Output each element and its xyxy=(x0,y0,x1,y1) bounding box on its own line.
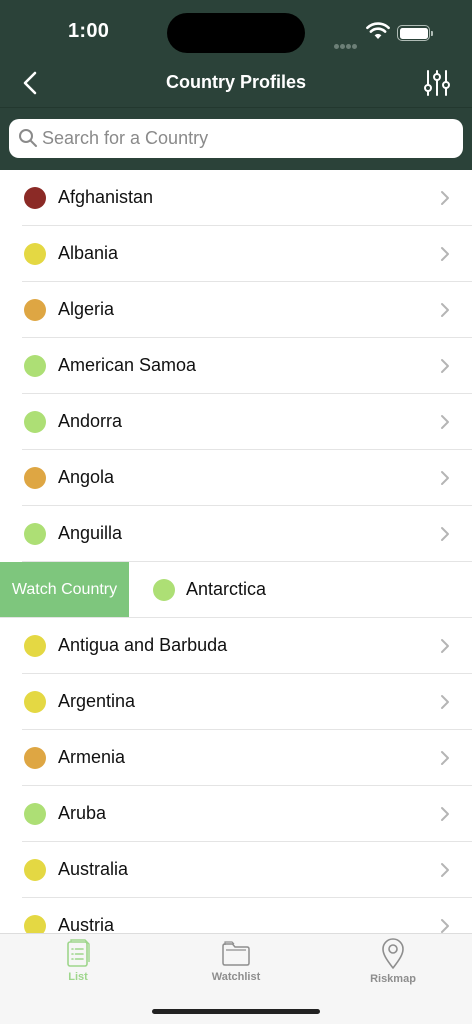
dynamic-island xyxy=(167,13,305,53)
country-name: Australia xyxy=(58,859,129,879)
tab-watchlist-label: Watchlist xyxy=(211,971,261,983)
risk-level-dot xyxy=(24,859,46,881)
risk-level-dot xyxy=(24,411,46,433)
chevron-right-icon xyxy=(441,359,449,373)
country-name: Anguilla xyxy=(58,523,123,543)
country-name: Antigua and Barbuda xyxy=(58,635,228,655)
chevron-right-icon xyxy=(441,807,449,821)
country-name: Angola xyxy=(58,467,115,487)
chevron-right-icon xyxy=(441,415,449,429)
tab-watchlist[interactable]: Watchlist xyxy=(176,936,296,992)
risk-level-dot xyxy=(153,579,175,601)
chevron-right-icon xyxy=(441,247,449,261)
search-input[interactable] xyxy=(42,119,452,158)
tab-riskmap[interactable]: Riskmap xyxy=(333,936,453,992)
country-name: Algeria xyxy=(58,299,115,319)
country-row[interactable]: American Samoa xyxy=(0,338,472,394)
country-row[interactable]: Afghanistan xyxy=(0,170,472,226)
status-bar: 1:00 xyxy=(0,0,472,62)
chevron-right-icon xyxy=(441,639,449,653)
country-name: Antarctica xyxy=(186,579,267,599)
chevron-right-icon xyxy=(441,303,449,317)
country-list[interactable]: Afghanistan Albania Algeria American Samoa A… xyxy=(0,170,472,933)
risk-level-dot xyxy=(24,803,46,825)
country-name: Aruba xyxy=(58,803,107,823)
chevron-right-icon xyxy=(441,863,449,877)
risk-level-dot xyxy=(24,467,46,489)
battery-icon xyxy=(397,25,433,41)
country-row[interactable]: Andorra xyxy=(0,394,472,450)
filter-sliders-icon[interactable] xyxy=(422,68,452,98)
watch-country-button[interactable]: Watch Country xyxy=(0,562,129,618)
nav-divider xyxy=(0,107,472,108)
country-row[interactable]: Albania xyxy=(0,226,472,282)
chevron-right-icon xyxy=(441,695,449,709)
country-row[interactable]: Austria xyxy=(0,898,472,933)
risk-level-dot xyxy=(24,747,46,769)
list-document-icon xyxy=(67,939,90,967)
country-row[interactable]: Aruba xyxy=(0,786,472,842)
country-row[interactable]: Angola xyxy=(0,450,472,506)
risk-level-dot xyxy=(24,523,46,545)
country-name: Armenia xyxy=(58,747,126,767)
risk-level-dot xyxy=(24,915,46,933)
folder-icon xyxy=(222,941,250,966)
country-row[interactable]: Anguilla xyxy=(0,506,472,562)
cellular-signal-icon xyxy=(334,36,358,54)
map-pin-icon xyxy=(382,938,404,969)
risk-level-dot xyxy=(24,299,46,321)
risk-level-dot xyxy=(24,187,46,209)
home-indicator xyxy=(152,1009,320,1014)
country-row[interactable]: Watch Country Antarctica xyxy=(0,562,472,618)
risk-level-dot xyxy=(24,635,46,657)
country-row[interactable]: Algeria xyxy=(0,282,472,338)
tab-list[interactable]: List xyxy=(18,936,138,992)
chevron-right-icon xyxy=(441,471,449,485)
country-name: Andorra xyxy=(58,411,123,431)
country-row[interactable]: Australia xyxy=(0,842,472,898)
wifi-icon xyxy=(366,22,390,39)
chevron-right-icon xyxy=(441,919,449,933)
chevron-right-icon xyxy=(441,191,449,205)
country-row[interactable]: Armenia xyxy=(0,730,472,786)
country-name: Austria xyxy=(58,915,115,933)
risk-level-dot xyxy=(24,691,46,713)
risk-level-dot xyxy=(24,355,46,377)
country-name: American Samoa xyxy=(58,355,197,375)
chevron-right-icon xyxy=(441,751,449,765)
country-row[interactable]: Antigua and Barbuda xyxy=(0,618,472,674)
search-icon xyxy=(19,129,37,147)
chevron-right-icon xyxy=(441,527,449,541)
country-row[interactable]: Argentina xyxy=(0,674,472,730)
risk-level-dot xyxy=(24,243,46,265)
status-time: 1:00 xyxy=(68,20,110,42)
country-name: Albania xyxy=(58,243,119,263)
country-name: Afghanistan xyxy=(58,187,154,207)
country-name: Argentina xyxy=(58,691,136,711)
search-bar[interactable] xyxy=(9,119,463,158)
page-title: Country Profiles xyxy=(165,72,307,92)
app-header: 1:00 Country Profiles xyxy=(0,0,472,170)
tab-list-label: List xyxy=(68,971,88,983)
tab-riskmap-label: Riskmap xyxy=(370,973,416,985)
